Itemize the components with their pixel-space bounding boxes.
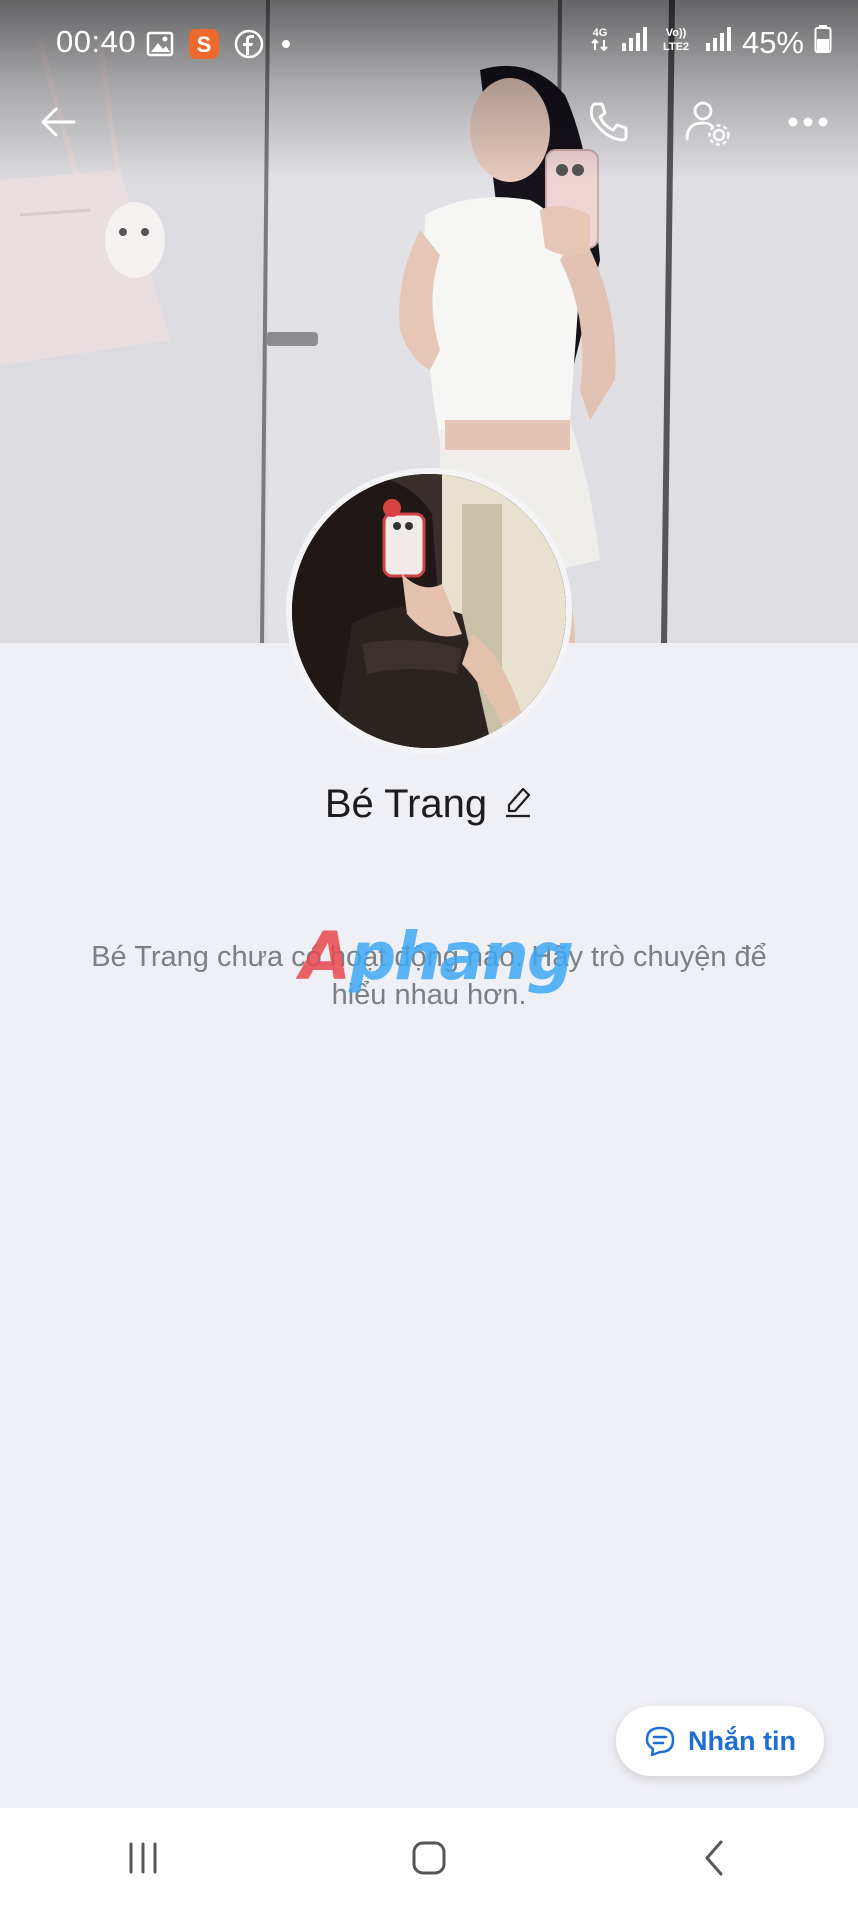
more-icon	[788, 117, 828, 127]
profile-screen: 00:40 S 4G Vo)) LTE2 45% Bé Trang Bé Tra…	[0, 0, 858, 1908]
watermark-rest: phang	[349, 918, 574, 995]
svg-text:LTE2: LTE2	[663, 41, 689, 53]
profile-settings-button[interactable]	[678, 92, 738, 152]
shopee-icon: S	[188, 28, 220, 65]
status-time: 00:40	[56, 24, 137, 59]
signal-icon	[620, 25, 648, 61]
user-settings-icon	[685, 101, 730, 146]
call-button[interactable]	[578, 92, 638, 152]
profile-name: Bé Trang	[324, 782, 488, 826]
pencil-icon	[506, 787, 531, 818]
notification-icons: S	[146, 28, 294, 65]
message-button-label: Nhắn tin	[688, 1725, 796, 1756]
nav-back-button[interactable]	[675, 1818, 755, 1898]
signal-icon-2	[704, 25, 732, 61]
battery-icon	[814, 24, 832, 62]
svg-text:4G: 4G	[593, 27, 608, 39]
svg-text:S: S	[197, 32, 212, 57]
message-button[interactable]: Nhắn tin	[616, 1706, 824, 1776]
back-button[interactable]	[28, 92, 88, 152]
network-4g: 4G	[590, 24, 610, 62]
phone-icon	[589, 102, 628, 142]
recents-button[interactable]	[103, 1818, 183, 1898]
edit-name-button[interactable]	[503, 785, 533, 824]
system-nav-bar	[0, 1808, 858, 1908]
battery-text: 45%	[741, 25, 804, 60]
home-icon	[412, 1841, 446, 1875]
volte-icon: Vo)) LTE2	[658, 24, 694, 62]
name-row: Bé Trang	[0, 782, 858, 827]
avatar[interactable]	[286, 468, 572, 754]
avatar-image	[292, 474, 566, 748]
watermark-a: A	[300, 918, 351, 995]
dot-icon	[278, 36, 294, 57]
watermark-logo: Aphang	[300, 918, 574, 995]
facebook-icon	[234, 29, 264, 64]
chat-bubble-icon	[645, 1726, 675, 1757]
back-arrow-icon	[41, 107, 76, 137]
status-bar: 00:40 S 4G Vo)) LTE2 45%	[0, 0, 858, 86]
back-icon	[705, 1840, 723, 1876]
more-button[interactable]	[778, 92, 838, 152]
recents-icon	[129, 1842, 157, 1874]
svg-text:Vo)): Vo))	[666, 27, 687, 39]
home-button[interactable]	[389, 1818, 469, 1898]
status-right: 4G Vo)) LTE2 45%	[590, 24, 832, 62]
gallery-icon	[146, 31, 174, 62]
